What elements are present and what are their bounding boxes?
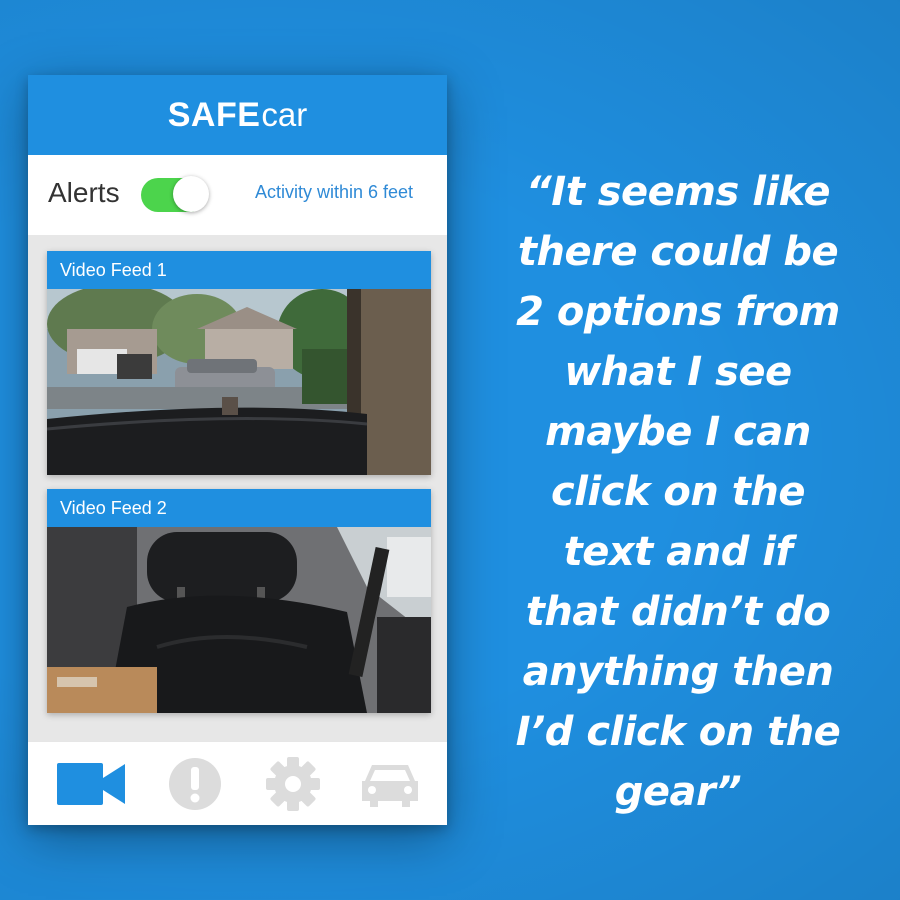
user-quote: “It seems like there could be 2 options … [468,162,888,822]
phone-app-mockup: SAFE car Alerts Activity within 6 feet Vi… [28,75,447,825]
quote-line: what I see [564,349,792,395]
quote-line: I’d click on the [515,709,841,755]
quote-line: there could be [517,229,839,275]
alerts-label: Alerts [48,177,120,208]
brand-logo-bold: SAFE [167,95,261,134]
quote-line: maybe I can [545,409,811,455]
tab-car[interactable] [355,758,425,810]
video-feed-card[interactable]: Video Feed 2 [47,489,431,713]
alerts-toggle[interactable] [141,176,209,212]
quote-line: 2 options from [516,289,840,335]
quote-line: gear” [614,769,742,815]
tab-settings[interactable] [258,757,328,811]
tab-video[interactable] [56,758,126,810]
quote-line: that didn’t do [525,589,831,635]
quote-line: anything then [522,649,834,695]
tab-alerts[interactable] [160,758,230,810]
brand-logo-light: car [261,96,308,133]
bottom-tab-bar [28,741,447,825]
video-feed-title: Video Feed 2 [47,489,431,527]
video-feeds-area: Video Feed 1 Video Feed 2 [28,235,447,741]
video-feed-image-car-interior[interactable] [47,527,431,713]
exclamation-icon [169,758,221,810]
quote-line: click on the [551,469,805,515]
quote-line: “It seems like [526,169,830,215]
video-feed-card[interactable]: Video Feed 1 [47,251,431,475]
app-header: SAFE car [28,75,447,155]
quote-line: text and if [563,529,793,575]
gear-icon [266,757,320,811]
alerts-row: Alerts Activity within 6 feet [28,155,447,236]
video-feed-title: Video Feed 1 [47,251,431,289]
activity-distance-link[interactable]: Activity within 6 feet [255,182,413,203]
car-icon [362,765,418,807]
toggle-knob [173,176,209,212]
video-camera-icon [57,763,125,805]
video-feed-image-driveway[interactable] [47,289,431,475]
